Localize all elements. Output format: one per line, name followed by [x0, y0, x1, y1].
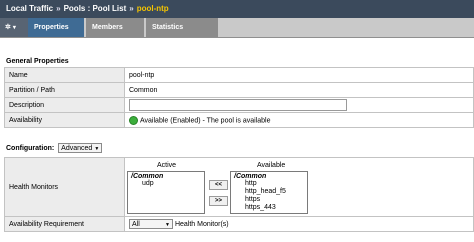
configuration-label: Configuration:: [6, 144, 55, 152]
availability-label: Availability: [4, 112, 125, 128]
breadcrumb-current: pool-ntp: [136, 4, 169, 13]
availability-requirement-value: All: [132, 221, 140, 228]
available-monitors-list[interactable]: /Common http http_head_f5 https https_44…: [230, 171, 308, 214]
partition-value: Common: [124, 82, 474, 98]
gear-menu-button[interactable]: ✲ ▾: [0, 18, 28, 37]
name-value: pool-ntp: [124, 67, 474, 83]
table-row: Availability Available (Enabled) - The p…: [4, 112, 474, 128]
partition-label: Partition / Path: [4, 82, 125, 98]
description-label: Description: [4, 97, 125, 113]
active-group-label: /Common: [131, 173, 164, 180]
status-available-icon: [129, 115, 138, 125]
health-monitors-label: Health Monitors: [4, 157, 125, 217]
active-header: Active: [157, 162, 177, 169]
list-item[interactable]: https_443: [234, 204, 304, 212]
availability-value: Available (Enabled) - The pool is availa…: [140, 116, 271, 124]
breadcrumb-pool-list[interactable]: Pools : Pool List: [64, 4, 127, 13]
configuration-mode-value: Advanced: [61, 145, 93, 152]
list-item[interactable]: udp: [131, 180, 201, 188]
list-item[interactable]: https: [234, 196, 304, 204]
configuration-row: Configuration: Advanced ▼: [6, 143, 103, 153]
table-row: Partition / Path Common: [4, 82, 474, 98]
chevron-down-icon: ▾: [12, 25, 16, 31]
available-header: Available: [257, 162, 286, 169]
list-item[interactable]: http: [234, 180, 304, 188]
tab-bar: ✲ ▾ Properties Members Statistics: [0, 18, 474, 38]
section-title-general: General Properties: [6, 58, 69, 65]
table-row: Name pool-ntp: [4, 67, 474, 83]
active-monitors-list[interactable]: /Common udp: [127, 171, 205, 214]
chevron-down-icon: ▼: [94, 146, 100, 152]
availability-requirement-label: Availability Requirement: [4, 216, 125, 232]
list-item[interactable]: http_head_f5: [234, 188, 304, 196]
breadcrumb: Local Traffic» Pools : Pool List» pool-ntp: [0, 0, 474, 18]
remove-monitor-button[interactable]: >>: [209, 196, 228, 206]
description-input[interactable]: [129, 99, 347, 111]
tab-properties[interactable]: Properties: [28, 18, 84, 37]
name-label: Name: [4, 67, 125, 83]
configuration-mode-select[interactable]: Advanced ▼: [58, 143, 103, 153]
breadcrumb-separator: »: [56, 4, 61, 13]
general-properties-table: Name pool-ntp Partition / Path Common De…: [4, 67, 474, 128]
tab-members[interactable]: Members: [86, 18, 144, 37]
availability-requirement-suffix: Health Monitor(s): [174, 220, 229, 228]
breadcrumb-separator: »: [129, 4, 134, 13]
table-row: Description: [4, 97, 474, 113]
table-row: Availability Requirement All ▼ Health Mon…: [4, 216, 474, 232]
tab-statistics[interactable]: Statistics: [146, 18, 218, 37]
chevron-down-icon: ▼: [165, 222, 170, 228]
add-monitor-button[interactable]: <<: [209, 180, 228, 190]
available-group-label: /Common: [234, 173, 267, 180]
breadcrumb-local-traffic[interactable]: Local Traffic: [6, 4, 53, 13]
gear-icon: ✲: [5, 24, 11, 31]
availability-requirement-select[interactable]: All ▼: [129, 219, 173, 229]
